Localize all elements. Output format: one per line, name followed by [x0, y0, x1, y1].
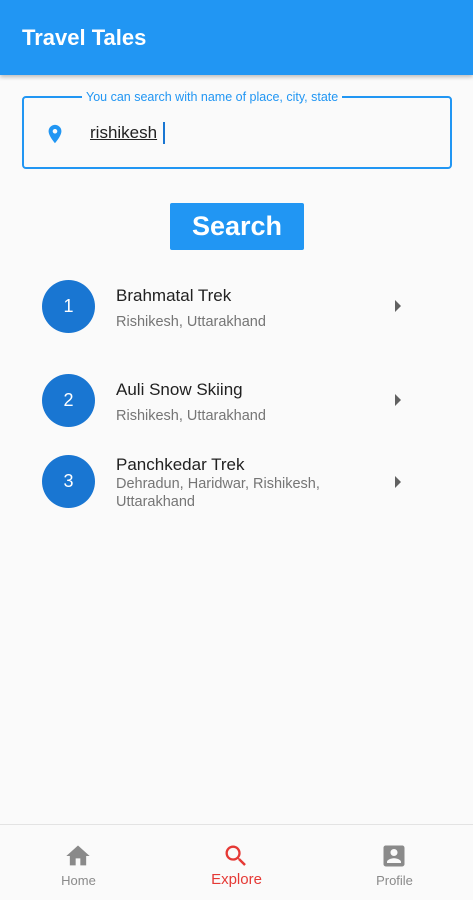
- item-title: Auli Snow Skiing: [116, 380, 243, 399]
- list-item[interactable]: 2 Auli Snow Skiing Rishikesh, Uttarakhan…: [0, 360, 473, 440]
- home-icon: [66, 845, 90, 866]
- nav-label-profile: Profile: [376, 873, 413, 888]
- item-subtitle: Dehradun, Haridwar, Rishikesh, Uttarakha…: [116, 476, 320, 510]
- item-number-badge: 3: [42, 455, 95, 508]
- location-pin-icon: [48, 124, 62, 144]
- search-field[interactable]: You can search with name of place, city,…: [22, 89, 452, 169]
- search-input[interactable]: [90, 120, 420, 146]
- item-title: Panchkedar Trek: [116, 455, 245, 474]
- search-icon: [225, 845, 246, 866]
- bottom-navigation: Home Explore Profile: [0, 824, 473, 900]
- item-number-badge: 1: [42, 280, 95, 333]
- text-cursor: [163, 122, 165, 144]
- chevron-right-icon: [395, 300, 401, 312]
- app-title: Travel Tales: [22, 25, 147, 50]
- nav-label-home: Home: [61, 873, 96, 888]
- item-title: Brahmatal Trek: [116, 286, 232, 305]
- nav-item-explore[interactable]: Explore: [158, 825, 315, 900]
- list-item[interactable]: 1 Brahmatal Trek Rishikesh, Uttarakhand: [0, 266, 473, 346]
- nav-item-profile[interactable]: Profile: [316, 825, 473, 900]
- search-legend: You can search with name of place, city,…: [82, 89, 343, 105]
- item-subtitle: Rishikesh, Uttarakhand: [116, 408, 266, 424]
- list-item[interactable]: 3 Panchkedar Trek Dehradun, Haridwar, Ri…: [0, 441, 473, 521]
- nav-label-explore: Explore: [211, 871, 262, 888]
- search-button[interactable]: Search: [170, 203, 304, 250]
- chevron-right-icon: [395, 476, 401, 488]
- chevron-right-icon: [395, 394, 401, 406]
- item-subtitle: Rishikesh, Uttarakhand: [116, 314, 266, 330]
- nav-item-home[interactable]: Home: [0, 825, 157, 900]
- item-number-badge: 2: [42, 374, 95, 427]
- app-bar: Travel Tales: [0, 0, 473, 75]
- account-box-icon: [383, 845, 405, 867]
